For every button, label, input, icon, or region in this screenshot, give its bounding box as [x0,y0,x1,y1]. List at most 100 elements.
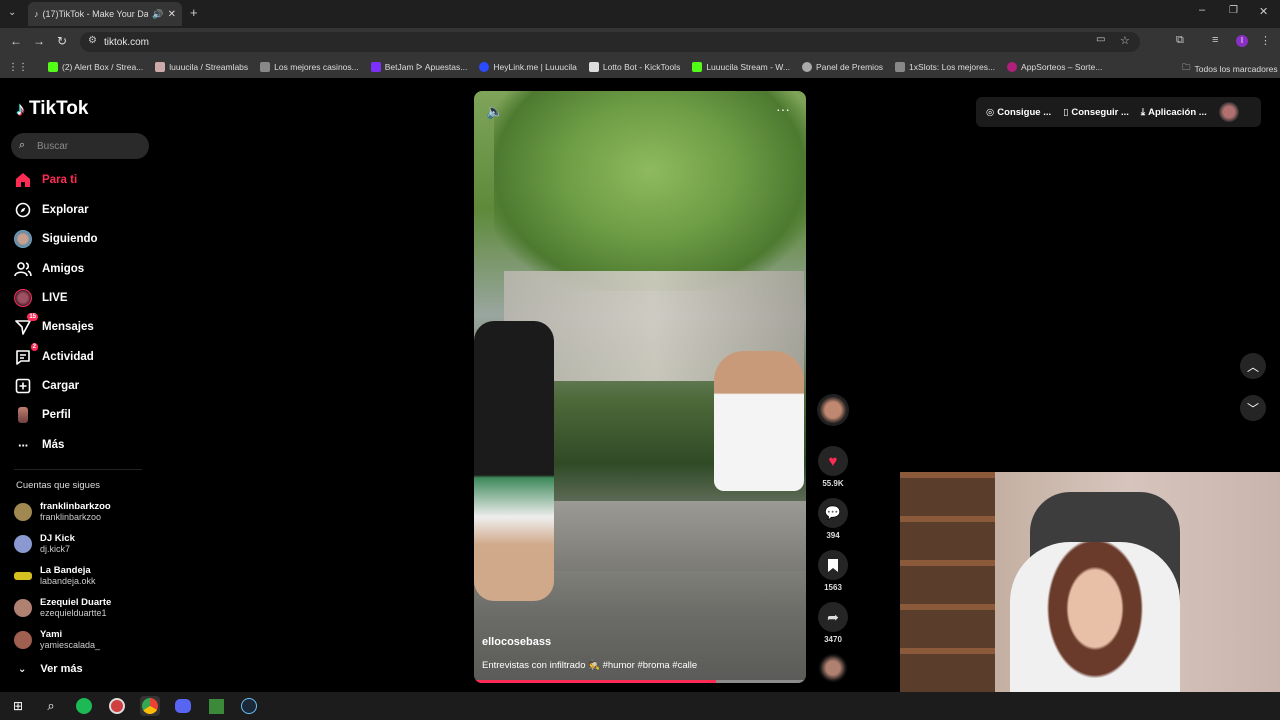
nav-perfil[interactable]: Perfil [14,406,71,424]
nav-explorar[interactable]: Explorar [14,201,89,219]
tiktok-logo[interactable]: ♪ TikTok [16,98,88,120]
bookmark-item[interactable]: Lotto Bot - KickTools [583,62,686,72]
following-account[interactable]: Ezequiel Duarte ezequielduartte1 [14,597,111,619]
nav-label: Cargar [42,380,80,392]
bookmark-item[interactable]: Los mejores casinos... [254,62,365,72]
like-button[interactable]: ♥ 55.9K [815,446,851,488]
more-options-icon[interactable]: ··· [776,101,790,117]
following-avatar-icon [14,230,32,248]
bookmark-label: Lotto Bot - KickTools [602,62,681,72]
spotify-icon[interactable] [74,696,94,716]
friends-icon [14,260,32,278]
address-bar[interactable]: ⚙ tiktok.com ☆ ▭ [80,32,1140,52]
save-count: 1563 [824,583,842,592]
bookmark-item[interactable]: Panel de Premios [796,62,889,72]
creator-avatar[interactable] [815,394,851,426]
discord-icon[interactable] [173,696,193,716]
get-label: Conseguir ... [1071,106,1129,118]
nav-amigos[interactable]: Amigos [14,260,84,278]
minecraft-icon[interactable] [206,696,226,716]
nav-para-ti[interactable]: Para ti [14,171,77,189]
window-close-icon[interactable]: ✕ [1259,5,1268,18]
nav-mensajes[interactable]: 15 Mensajes [14,313,94,336]
comment-count: 394 [826,531,840,540]
apps-icon[interactable]: ⋮⋮ [0,62,42,73]
nav-label: Amigos [42,263,85,275]
music-disc[interactable] [815,654,851,682]
bookmark-item[interactable]: (2) Alert Box / Strea... [42,62,149,72]
comment-button[interactable]: 💬 394 [815,498,851,540]
share-button[interactable]: ➦ 3470 [815,602,851,644]
nav-actividad[interactable]: 2 Actividad [14,343,94,366]
bookmark-item[interactable]: BetJam ᐅ Apuestas... [365,62,474,73]
browser-tab[interactable]: ♪ (17)TikTok - Make Your Day 🔊 ✕ [28,2,182,26]
save-button[interactable]: 1563 [815,550,851,592]
search-icon[interactable]: ⌕ [41,696,61,716]
forward-icon[interactable]: → [33,34,45,48]
get-coins-button[interactable]: ◎ Consigue ... [986,107,1051,118]
download-app-button[interactable]: ⤓ Aplicación ... [1141,107,1207,118]
bookmark-label: Panel de Premios [815,62,884,72]
nav-siguiendo[interactable]: Siguiendo [14,230,98,248]
all-bookmarks-label: Todos los marcadores [1194,64,1278,74]
following-account[interactable]: Yami yamiescalada_ [14,629,100,651]
site-info-icon[interactable]: ⚙ [88,35,97,46]
next-video-button[interactable]: ﹀ [1240,395,1266,421]
nav-mas[interactable]: ··· Más [14,436,64,454]
bookmark-item[interactable]: 1xSlots: Los mejores... [889,62,1001,72]
nav-label: Más [42,439,65,451]
reload-icon[interactable]: ↻ [57,34,67,48]
new-tab-icon[interactable]: + [190,5,198,20]
tab-close-icon[interactable]: ✕ [168,9,176,20]
bookmark-item[interactable]: luuucila / Streamlabs [149,62,254,72]
minimize-icon[interactable]: – [1199,4,1205,16]
chevron-down-icon: ⌄ [18,663,27,675]
chevron-down-icon: ﹀ [1246,401,1259,416]
nav-cargar[interactable]: Cargar [14,377,79,395]
back-icon[interactable]: ← [10,34,22,48]
video-author[interactable]: ellocosebass [482,636,551,648]
nav-label: LIVE [42,292,68,304]
steam-icon[interactable] [239,696,259,716]
extensions-icon[interactable]: ⧉ [1176,34,1184,47]
following-account[interactable]: DJ Kick dj.kick7 [14,533,75,555]
nav-label: Explorar [42,204,89,216]
menu-icon[interactable]: ⋮ [1260,34,1271,47]
bookmark-star-icon[interactable]: ☆ [1120,34,1130,47]
audio-playing-icon[interactable]: 🔊 [152,9,163,20]
bookmark-favicon-icon [479,62,490,72]
tab-search-icon[interactable]: ⌄ [8,7,16,18]
webcam-bookshelf [900,472,995,720]
windows-start-icon[interactable]: ⊞ [8,696,28,716]
video-progress-bar[interactable] [474,680,806,683]
upload-icon [14,377,32,395]
media-icon[interactable]: ≡ [1212,34,1218,46]
restore-icon[interactable]: ❐ [1229,5,1238,16]
previous-video-button[interactable]: ︿ [1240,353,1266,379]
all-bookmarks-folder[interactable]: 🗀 Todos los marcadores [1176,62,1280,76]
profile-avatar-icon[interactable]: I [1236,35,1248,47]
chrome-icon[interactable] [140,696,160,716]
sidebar-divider [14,469,142,470]
account-name: Ezequiel Duarte [40,597,112,608]
bookmark-label: AppSorteos – Sorte... [1021,62,1103,72]
nav-live[interactable]: LIVE [14,289,68,307]
bookmark-item[interactable]: Luuucila Stream - W... [686,62,796,72]
following-account[interactable]: La Bandeja labandeja.okk [14,565,96,587]
bookmark-item[interactable]: HeyLink.me | Luuucila [473,62,582,72]
video-player[interactable]: 🔈 ··· ellocosebass Entrevistas con infil… [474,91,806,683]
app-label: Aplicación ... [1148,106,1207,118]
user-avatar[interactable] [1218,102,1239,122]
cast-icon[interactable]: ▭ [1096,34,1105,45]
nav-label: Para ti [42,174,78,186]
see-more-button[interactable]: ⌄ Ver más [18,663,83,675]
obs-icon[interactable] [107,696,127,716]
bookmark-item[interactable]: AppSorteos – Sorte... [1001,62,1108,72]
get-app-button[interactable]: ▯ Conseguir ... [1063,107,1129,118]
tab-title: (17)TikTok - Make Your Day [42,9,149,19]
video-frame-person [714,351,804,491]
mute-icon[interactable]: 🔈 [486,103,503,120]
search-input[interactable]: ⌕ Buscar [11,133,149,159]
following-account[interactable]: franklinbarkzoo franklinbarkzoo [14,501,111,523]
more-icon: ··· [18,437,29,453]
